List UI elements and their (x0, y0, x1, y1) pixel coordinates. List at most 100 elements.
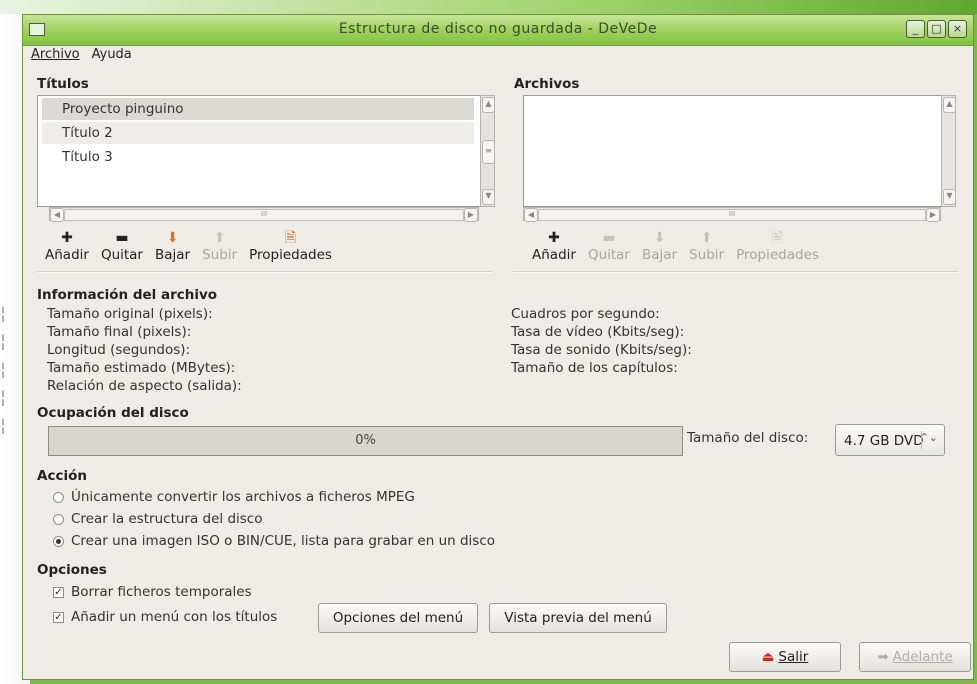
button-label: Añadir (532, 247, 576, 263)
delete-temp-option[interactable]: ✓ Borrar ficheros temporales (53, 584, 252, 600)
files-list[interactable] (523, 95, 943, 207)
button-label: Adelante (892, 649, 953, 665)
files-hscrollbar[interactable]: ◀ III ▶ (523, 207, 941, 222)
files-remove-button[interactable]: ▬ Quitar (588, 229, 630, 263)
button-label: Bajar (155, 247, 191, 263)
titles-remove-button[interactable]: ▬ Quitar (101, 229, 143, 263)
scroll-left-icon[interactable]: ◀ (524, 208, 538, 222)
radio-button-selected[interactable] (53, 535, 64, 547)
close-icon[interactable]: × (948, 20, 967, 38)
add-menu-option[interactable]: ✓ Añadir un menú con los títulos (53, 609, 277, 625)
titles-properties-button[interactable]: 🗎 Propiedades (249, 229, 332, 263)
scroll-right-icon[interactable]: ▶ (926, 208, 940, 222)
window-title: Estructura de disco no guardada - DeVeDe (338, 21, 658, 37)
radio-button[interactable] (53, 491, 64, 503)
button-label: Quitar (100, 247, 143, 263)
scroll-right-icon[interactable]: ▶ (464, 208, 478, 222)
scroll-up-icon[interactable]: ▲ (943, 97, 956, 113)
list-item[interactable]: Proyecto pinguino (42, 98, 474, 120)
checkbox-label: Borrar ficheros temporales (71, 584, 252, 600)
minus-icon: ▬ (115, 230, 129, 246)
titles-up-button[interactable]: ⬆ Subir (202, 229, 237, 263)
next-button[interactable]: ➡ Adelante (859, 642, 971, 672)
estimated-size-label: Tamaño estimado (MBytes): (47, 360, 236, 376)
file-info-left: Tamaño original (pixels): Tamaño final (… (47, 305, 242, 395)
action-option-mpeg[interactable]: Únicamente convertir los archivos a fich… (53, 489, 415, 505)
scroll-down-icon[interactable]: ▼ (482, 189, 495, 205)
files-down-button[interactable]: ⬇ Bajar (642, 229, 677, 263)
titlebar[interactable]: Estructura de disco no guardada - DeVeDe… (23, 15, 973, 46)
file-info-label: Información del archivo (37, 287, 218, 303)
exit-icon: ⏏ (761, 649, 775, 665)
titles-list[interactable]: Proyecto pinguino Título 2 Título 3 (37, 95, 483, 207)
plus-icon: ✚ (61, 230, 73, 246)
video-rate-label: Tasa de vídeo (Kbits/seg): (511, 324, 685, 340)
titles-down-button[interactable]: ⬇ Bajar (155, 229, 190, 263)
minus-icon: ▬ (602, 230, 616, 246)
scroll-thumb[interactable]: III (538, 209, 926, 221)
chapter-size-label: Tamaño de los capítulos: (511, 360, 678, 376)
separator (513, 271, 958, 273)
scroll-up-icon[interactable]: ▲ (482, 97, 495, 113)
disk-usage-progressbar: 0% (48, 426, 683, 456)
length-label: Longitud (segundos): (47, 342, 191, 358)
arrow-right-icon: ➡ (877, 649, 889, 665)
list-item[interactable]: Título 2 (42, 122, 474, 144)
disk-size-select[interactable]: 4.7 GB DVD ⌃⌄ (835, 424, 945, 456)
exit-button[interactable]: ⏏ Salir (729, 642, 841, 672)
arrow-down-icon: ⬇ (653, 230, 666, 246)
button-label: Bajar (642, 247, 678, 263)
checkbox-checked[interactable]: ✓ (53, 611, 64, 623)
scroll-left-icon[interactable]: ◀ (50, 208, 64, 222)
scroll-down-icon[interactable]: ▼ (943, 189, 956, 205)
radio-button[interactable] (53, 513, 64, 525)
scroll-thumb[interactable]: ≡ (482, 140, 495, 164)
fps-label: Cuadros por segundo: (511, 306, 660, 322)
files-add-button[interactable]: ✚ Añadir (532, 229, 576, 263)
button-label: Subir (689, 247, 725, 263)
titles-add-button[interactable]: ✚ Añadir (45, 229, 89, 263)
button-label: Propiedades (249, 247, 332, 263)
files-properties-button[interactable]: 🗎 Propiedades (736, 229, 819, 263)
list-item[interactable]: Título 3 (42, 146, 474, 168)
menu-options-button[interactable]: Opciones del menú (318, 603, 478, 633)
final-size-label: Tamaño final (pixels): (47, 324, 192, 340)
files-label: Archivos (514, 76, 580, 92)
audio-rate-label: Tasa de sonido (Kbits/seg): (511, 342, 692, 358)
action-option-iso[interactable]: Crear una imagen ISO o BIN/CUE, lista pa… (53, 533, 495, 549)
properties-icon: 🗎 (284, 230, 297, 246)
radio-label: Únicamente convertir los archivos a fich… (71, 489, 415, 505)
minimize-icon[interactable]: _ (906, 20, 925, 38)
radio-label: Crear la estructura del disco (71, 511, 263, 527)
radio-label: Crear una imagen ISO o BIN/CUE, lista pa… (71, 533, 496, 549)
aspect-ratio-label: Relación de aspecto (salida): (47, 378, 242, 394)
checkbox-label: Añadir un menú con los títulos (71, 609, 278, 625)
maximize-icon[interactable]: □ (927, 20, 946, 38)
titles-hscrollbar[interactable]: ◀ III ▶ (49, 207, 479, 222)
button-label: Subir (202, 247, 238, 263)
properties-icon: 🗎 (771, 230, 784, 246)
button-label: Quitar (587, 247, 630, 263)
titles-vscrollbar[interactable]: ▲ ≡ ▼ (480, 95, 495, 207)
files-toolbar: ✚ Añadir ▬ Quitar ⬇ Bajar ⬆ Subir 🗎 Prop… (532, 229, 831, 263)
arrow-up-icon: ⬆ (700, 230, 713, 246)
button-label: Propiedades (736, 247, 819, 263)
menu-preview-button[interactable]: Vista previa del menú (489, 603, 667, 633)
files-vscrollbar[interactable]: ▲ ▼ (941, 95, 956, 207)
menu-ayuda[interactable]: Ayuda (92, 47, 132, 62)
scroll-thumb[interactable]: III (64, 209, 464, 221)
disk-size-value: 4.7 GB DVD (844, 433, 924, 449)
files-up-button[interactable]: ⬆ Subir (689, 229, 724, 263)
titles-label: Títulos (37, 76, 89, 92)
arrow-up-icon: ⬆ (213, 230, 226, 246)
menubar: Archivo Ayuda (31, 47, 132, 62)
titles-toolbar: ✚ Añadir ▬ Quitar ⬇ Bajar ⬆ Subir 🗎 Prop… (45, 229, 344, 263)
disk-size-label: Tamaño del disco: (687, 430, 809, 446)
separator (37, 271, 492, 273)
file-info-right: Cuadros por segundo: Tasa de vídeo (Kbit… (511, 305, 692, 377)
plus-icon: ✚ (548, 230, 560, 246)
action-option-structure[interactable]: Crear la estructura del disco (53, 511, 263, 527)
desktop-decoration: ¦ ¦ ¦ ¦ ¦ (0, 303, 7, 436)
menu-archivo[interactable]: Archivo (31, 47, 80, 62)
checkbox-checked[interactable]: ✓ (53, 586, 64, 598)
